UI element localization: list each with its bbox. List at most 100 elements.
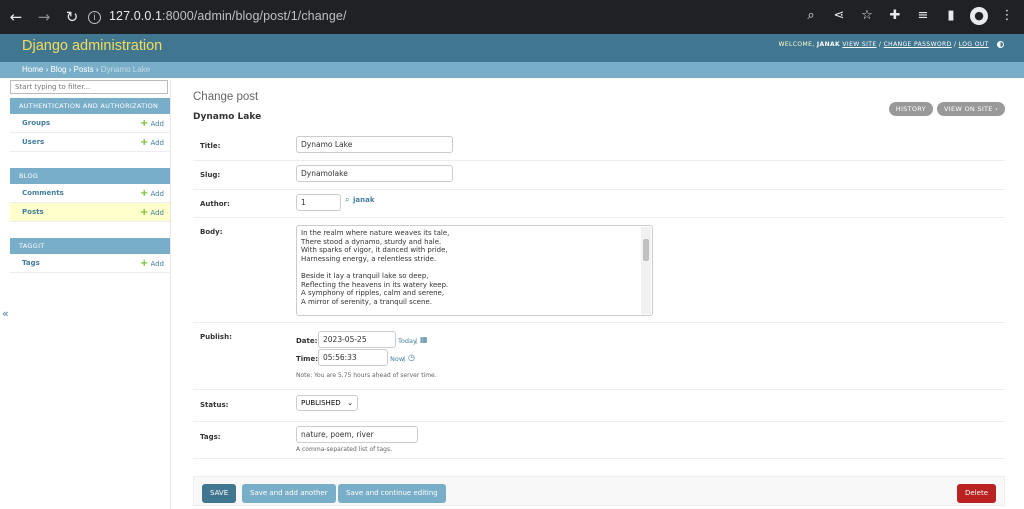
sidebar-divider	[170, 80, 171, 509]
zoom-icon[interactable]: ⌕	[802, 7, 820, 25]
breadcrumb-current: Dynamo Lake	[100, 65, 151, 74]
body-textarea[interactable]: In the realm where nature weaves its tal…	[296, 225, 653, 316]
sidebar-item-label[interactable]: Groups	[22, 119, 50, 127]
textarea-scrollbar[interactable]	[641, 227, 651, 314]
site-info-icon[interactable]: i	[88, 11, 101, 24]
breadcrumb-home[interactable]: Home	[22, 65, 43, 74]
side-panel-icon[interactable]: ▮	[942, 7, 960, 25]
module-caption[interactable]: AUTHENTICATION AND AUTHORIZATION	[10, 98, 170, 114]
time-input[interactable]: 05:56:33	[318, 349, 388, 366]
sidebar-item-label[interactable]: Users	[22, 138, 44, 146]
view-site-link[interactable]: VIEW SITE	[842, 41, 876, 48]
user-tools: WELCOME, JANAK VIEW SITE / CHANGE PASSWO…	[779, 41, 1004, 48]
module-spacer	[10, 222, 170, 234]
body-row: Body: In the realm where nature weaves i…	[193, 218, 1005, 323]
site-brand[interactable]: Django administration	[22, 38, 162, 54]
status-label: Status:	[200, 401, 229, 409]
body-line: Beside it lay a tranquil lake so deep,	[301, 271, 429, 280]
module-taggit: TAGGIT Tags + Add	[10, 238, 170, 273]
sidebar-filter-input[interactable]: Start typing to filter...	[10, 80, 168, 94]
breadcrumb-model[interactable]: Posts	[74, 65, 94, 74]
add-comments-link[interactable]: + Add	[140, 188, 164, 199]
plus-icon: +	[140, 257, 149, 269]
site-header: Django administration WELCOME, JANAK VIE…	[0, 34, 1024, 62]
sidebar-collapse-toggle[interactable]: «	[2, 307, 9, 320]
status-select[interactable]: PUBLISHED ⌄	[296, 395, 358, 411]
profile-avatar-icon[interactable]: ●	[970, 7, 988, 25]
plus-icon: +	[140, 136, 149, 148]
author-name-link[interactable]: janak	[353, 196, 375, 204]
address-bar[interactable]: i 127.0.0.1:8000/admin/blog/post/1/change…	[88, 9, 347, 24]
body-line: There stood a dynamo, sturdy and hale.	[301, 237, 442, 246]
share-icon[interactable]: ⋖	[830, 7, 848, 25]
date-label: Date:	[296, 337, 318, 345]
module-caption[interactable]: BLOG	[10, 168, 170, 184]
change-password-link[interactable]: CHANGE PASSWORD	[884, 41, 952, 48]
title-input[interactable]: Dynamo Lake	[296, 136, 453, 153]
clock-icon[interactable]: ◷	[408, 353, 415, 362]
breadcrumb-sep: ›	[68, 65, 72, 74]
author-row: Author: 1 ⌕ janak	[193, 190, 1005, 218]
theme-toggle-icon[interactable]	[997, 41, 1004, 48]
browser-menu-icon[interactable]: ⋮	[998, 7, 1016, 25]
add-posts-link[interactable]: + Add	[140, 207, 164, 218]
username: JANAK	[816, 41, 841, 48]
history-button[interactable]: HISTORY	[888, 102, 933, 116]
module-caption[interactable]: TAGGIT	[10, 238, 170, 254]
forward-arrow-icon[interactable]: →	[33, 8, 55, 26]
scrollbar-thumb[interactable]	[643, 239, 649, 261]
separator: /	[878, 41, 882, 48]
publish-row: Publish: Date: 2023-05-25 Today | ▦ Time…	[193, 323, 1005, 390]
breadcrumb-sep: ›	[95, 65, 99, 74]
sidebar-item-posts: Posts + Add	[10, 203, 170, 222]
save-button[interactable]: SAVE	[202, 484, 237, 503]
add-tags-link[interactable]: + Add	[140, 258, 164, 269]
object-title: Dynamo Lake	[193, 112, 262, 122]
module-blog: BLOG Comments + Add Posts + Add	[10, 168, 170, 234]
slug-label: Slug:	[200, 171, 221, 179]
extensions-icon[interactable]: ✚	[886, 7, 904, 25]
bookmark-star-icon[interactable]: ☆	[858, 7, 876, 25]
reload-icon[interactable]: ↻	[61, 8, 83, 26]
status-row: Status: PUBLISHED ⌄	[193, 390, 1005, 422]
title-label: Title:	[200, 142, 221, 150]
add-label: Add	[150, 208, 164, 217]
date-input[interactable]: 2023-05-25	[318, 331, 396, 348]
url-path: :8000/admin/blog/post/1/change/	[162, 9, 347, 23]
add-groups-link[interactable]: + Add	[140, 118, 164, 129]
time-label: Time:	[296, 355, 319, 363]
sidebar-item-comments: Comments + Add	[10, 184, 170, 203]
today-link[interactable]: Today	[398, 337, 417, 345]
status-selected: PUBLISHED	[301, 399, 341, 407]
lookup-search-icon[interactable]: ⌕	[345, 195, 349, 205]
sidebar-item-label[interactable]: Tags	[22, 259, 40, 267]
add-label: Add	[150, 189, 164, 198]
breadcrumb: Home › Blog › Posts › Dynamo Lake	[0, 62, 1024, 78]
nav-sidebar: Start typing to filter... AUTHENTICATION…	[10, 80, 170, 273]
author-id-input[interactable]: 1	[296, 194, 341, 211]
sidebar-item-label[interactable]: Comments	[22, 189, 64, 197]
tags-label: Tags:	[200, 433, 221, 441]
sidebar-item-label[interactable]: Posts	[22, 208, 44, 216]
slug-input[interactable]: Dynamolake	[296, 165, 453, 182]
author-label: Author:	[200, 200, 230, 208]
tags-input[interactable]: nature, poem, river	[296, 426, 418, 443]
time-sep: |	[403, 355, 406, 363]
save-and-add-another-button[interactable]: Save and add another	[242, 484, 336, 503]
plus-icon: +	[140, 117, 149, 129]
log-out-link[interactable]: LOG OUT	[959, 41, 989, 48]
add-label: Add	[150, 119, 164, 128]
back-arrow-icon[interactable]: ←	[5, 8, 27, 26]
reading-list-icon[interactable]: ≡	[914, 7, 932, 25]
module-spacer	[10, 152, 170, 164]
publish-label: Publish:	[200, 333, 232, 341]
view-on-site-button[interactable]: VIEW ON SITE ›	[936, 102, 1005, 116]
sidebar-item-tags: Tags + Add	[10, 254, 170, 273]
add-label: Add	[150, 259, 164, 268]
calendar-icon[interactable]: ▦	[420, 335, 428, 344]
breadcrumb-app[interactable]: Blog	[50, 65, 66, 74]
body-line: With sparks of vigor, it danced with pri…	[301, 246, 448, 255]
save-and-continue-button[interactable]: Save and continue editing	[338, 484, 446, 503]
delete-button[interactable]: Delete	[957, 484, 996, 503]
add-users-link[interactable]: + Add	[140, 137, 164, 148]
